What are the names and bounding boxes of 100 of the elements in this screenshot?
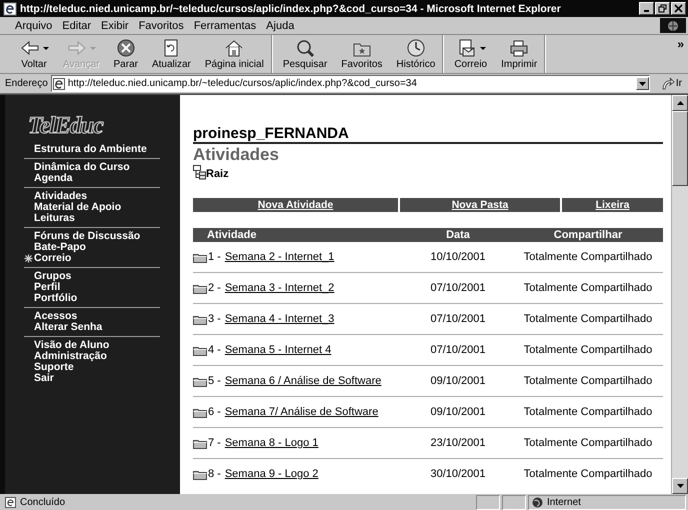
clock-icon [404,38,427,58]
column-header: Compartilhar [513,228,663,242]
window-title: http://teleduc.nied.unicamp.br/~teleduc/cursos/aplic/index.php?&cod_curso=34 - Microsoft Internet Explorer [20,2,562,14]
page-icon [52,78,65,90]
toolbar-button[interactable]: Atualizar [144,35,198,73]
toolbar-button[interactable]: Correio [447,35,494,73]
sidebar-item[interactable]: Fóruns de Discussão [24,231,140,242]
sidebar-item[interactable]: Acessos [24,311,78,322]
activity-link[interactable]: Semana 7/ Análise de Software [224,406,378,418]
activity-link[interactable]: Semana 9 - Logo 2 [224,468,318,480]
page-icon [5,496,16,508]
toolbar-button[interactable]: Página inicial [198,35,271,73]
folder-tree-icon [193,165,206,180]
table-cell: 30/10/2001 [403,458,513,489]
sidebar-item[interactable]: Perfil [24,282,60,293]
sidebar-item[interactable]: Visão de Aluno [24,340,110,351]
toolbar-button[interactable]: Voltar [12,35,56,73]
sidebar-item[interactable]: Leituras [24,213,75,224]
toolbar-button[interactable]: Pesquisar [276,35,334,73]
page-heading: Atividades [193,145,279,164]
row-number: 3 - [208,313,221,325]
row-number: 8 - [208,468,221,480]
table-cell: Totalmente Compartilhado [513,304,663,334]
column-header: Data [403,228,513,242]
table-cell: 07/10/2001 [403,304,513,334]
action-link[interactable]: Nova Atividade [193,198,398,212]
scroll-down-button[interactable] [672,478,688,494]
sidebar-item[interactable]: Agenda [24,173,73,184]
star-icon [24,254,33,263]
address-label: Endereço [5,78,48,89]
scroll-up-button[interactable] [672,95,688,111]
printer-icon [508,38,530,58]
table-cell: Totalmente Compartilhado [513,272,663,304]
menu-item[interactable]: Exibir [96,18,134,32]
activity-link[interactable]: Semana 6 / Análise de Software [224,375,382,387]
table-cell: 10/10/2001 [403,242,513,272]
table-cell: 23/10/2001 [403,428,513,458]
back-arrow-icon [19,38,41,58]
stop-icon [114,38,137,58]
dropdown-button[interactable] [636,77,649,90]
sidebar-item[interactable]: Portfólio [24,293,78,304]
minimize-button[interactable] [639,2,654,15]
toolbar-button[interactable]: Imprimir [494,35,544,73]
close-button[interactable] [671,2,686,15]
toolbar-button[interactable]: Parar [106,35,145,73]
table-cell: Totalmente Compartilhado [513,366,663,396]
menu-item[interactable]: Ajuda [261,18,300,32]
sidebar-item[interactable]: Suporte [24,362,74,373]
caret-icon [43,46,49,50]
forward-arrow-icon [66,38,88,58]
menu-item[interactable]: Editar [57,18,96,32]
action-link[interactable]: Lixeira [562,198,663,212]
restore-button[interactable] [655,2,670,15]
restore-icon [658,4,667,13]
table-cell: 07/10/2001 [403,334,513,366]
table-cell: 09/10/2001 [403,366,513,396]
activity-link[interactable]: Semana 3 - Internet_2 [224,282,334,294]
activity-link[interactable]: Semana 2 - Internet_1 [224,251,334,263]
row-number: 7 - [208,437,221,449]
activity-link[interactable]: Semana 5 - Internet 4 [224,344,332,356]
close-icon [674,4,683,13]
sidebar-item[interactable]: Sair [24,373,54,384]
sidebar-item[interactable]: Alterar Senha [24,322,102,333]
sidebar-item[interactable]: Grupos [24,271,72,282]
address-field[interactable]: http://teleduc.nied.unicamp.br/~teleduc/cursos/aplic/index.php?&cod_curso=34 [50,75,650,92]
table-cell: Totalmente Compartilhado [513,334,663,366]
action-link[interactable]: Nova Pasta [400,198,560,212]
scrollbar-thumb[interactable] [672,111,688,186]
folder-icon [193,376,207,386]
sidebar-item[interactable]: Material de Apoio [24,202,122,213]
more-button[interactable]: » [673,35,688,53]
sidebar-item[interactable]: Bate-Papo [24,242,86,253]
sidebar-item[interactable]: Correio [24,253,72,264]
row-number: 4 - [208,344,221,356]
status-panel [476,494,500,510]
menu-item[interactable]: Arquivo [10,18,58,32]
menu-item[interactable]: Ferramentas [188,18,262,32]
globe-icon [666,20,680,32]
table-cell: 07/10/2001 [403,272,513,304]
arrow-icon [660,77,675,90]
menu-item[interactable]: Favoritos [134,18,189,32]
sidebar-item[interactable]: Dinâmica do Curso [24,162,130,173]
row-number: 6 - [208,406,221,418]
caret-icon [90,46,96,50]
toolbar-button[interactable]: Favoritos [334,35,390,73]
go-button[interactable]: Ir [652,77,685,90]
activity-link[interactable]: Semana 8 - Logo 1 [224,437,318,449]
folder-icon [193,406,207,418]
folder-icon [193,438,207,448]
logo[interactable]: TelEduc [28,113,103,141]
activity-link[interactable]: Semana 4 - Internet_3 [224,313,334,325]
table-cell: Totalmente Compartilhado [513,458,663,489]
table-cell: 09/10/2001 [403,396,513,428]
caret-icon [480,46,486,50]
folder-icon [193,282,207,294]
sidebar-item[interactable]: Estrutura do Ambiente [24,144,147,155]
column-header: Atividade [193,228,403,242]
sidebar-item[interactable]: Administração [24,351,107,362]
toolbar-button[interactable]: Histórico [389,35,442,73]
sidebar-item[interactable]: Atividades [24,191,88,202]
